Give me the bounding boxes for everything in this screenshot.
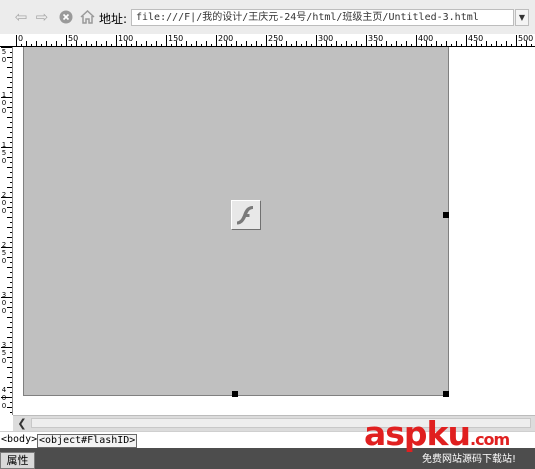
- ruler-label: 0: [1, 394, 7, 402]
- ruler-label: 1: [1, 141, 7, 149]
- ruler-label: 300: [318, 34, 334, 43]
- ruler-label: 1: [1, 91, 7, 99]
- ruler-label: 50: [68, 34, 79, 43]
- ruler-label: 150: [168, 34, 184, 43]
- ruler-label: 0: [1, 307, 7, 315]
- ruler-label: 0: [1, 199, 7, 207]
- ruler-label: 0: [1, 299, 7, 307]
- watermark-logo-suffix: .com: [469, 430, 510, 449]
- watermark-tagline: 免费网站源码下载站!: [422, 454, 517, 465]
- ruler-label: 100: [118, 34, 134, 43]
- ruler-label: 5: [1, 249, 7, 257]
- watermark: aspku.com 免费网站源码下载站!: [364, 414, 535, 469]
- ruler-label: 400: [418, 34, 434, 43]
- ruler-label: 0: [1, 207, 7, 215]
- tag-object-flash[interactable]: <object#FlashID>: [37, 434, 138, 448]
- ruler-label: 3: [1, 291, 7, 299]
- properties-tab[interactable]: 属性: [0, 452, 35, 469]
- flash-object[interactable]: [23, 47, 449, 396]
- address-toolbar: ⇦ ⇨ 地址: file:///F|/我的设计/王庆元-24号/html/班级主…: [0, 0, 535, 35]
- ruler-label: 0: [1, 402, 7, 410]
- ruler-label: 5: [1, 149, 7, 157]
- stop-icon[interactable]: [58, 9, 74, 25]
- address-dropdown-icon[interactable]: ▼: [515, 9, 529, 26]
- tag-body[interactable]: <body>: [0, 434, 38, 446]
- vertical-ruler: 50100150200250300350400: [0, 47, 13, 415]
- ruler-label: 250: [268, 34, 284, 43]
- design-canvas[interactable]: [13, 47, 535, 415]
- flash-player-icon: [231, 200, 261, 230]
- ruler-label: 350: [368, 34, 384, 43]
- resize-handle-corner[interactable]: [443, 391, 449, 397]
- ruler-label: 2: [1, 241, 7, 249]
- ruler-label: 0: [1, 99, 7, 107]
- ruler-label: 0: [1, 257, 7, 265]
- ruler-label: 5: [1, 48, 7, 56]
- ruler-label: 0: [1, 56, 7, 64]
- ruler-label: 5: [1, 349, 7, 357]
- home-icon[interactable]: [79, 9, 95, 25]
- ruler-label: 0: [1, 107, 7, 115]
- ruler-label: 0: [18, 34, 24, 43]
- resize-handle-right[interactable]: [443, 212, 449, 218]
- ruler-label: 0: [1, 357, 7, 365]
- address-label: 地址:: [99, 12, 128, 26]
- horizontal-ruler: 0 50 100 150 200 250 300 350 400 450 500: [0, 34, 535, 47]
- ruler-label: 3: [1, 341, 7, 349]
- ruler-label: 500: [518, 34, 534, 43]
- watermark-logo-text: aspku: [364, 414, 471, 453]
- ruler-label: 2: [1, 191, 7, 199]
- ruler-label: 450: [468, 34, 484, 43]
- ruler-label: 0: [1, 157, 7, 165]
- address-input[interactable]: file:///F|/我的设计/王庆元-24号/html/班级主页/Untitl…: [131, 9, 514, 26]
- scroll-left-icon[interactable]: ❮: [15, 417, 29, 430]
- back-arrow-icon[interactable]: ⇦: [13, 9, 29, 25]
- forward-arrow-icon[interactable]: ⇨: [34, 9, 50, 25]
- resize-handle-bottom[interactable]: [232, 391, 238, 397]
- ruler-label: 200: [218, 34, 234, 43]
- ruler-label: 4: [1, 386, 7, 394]
